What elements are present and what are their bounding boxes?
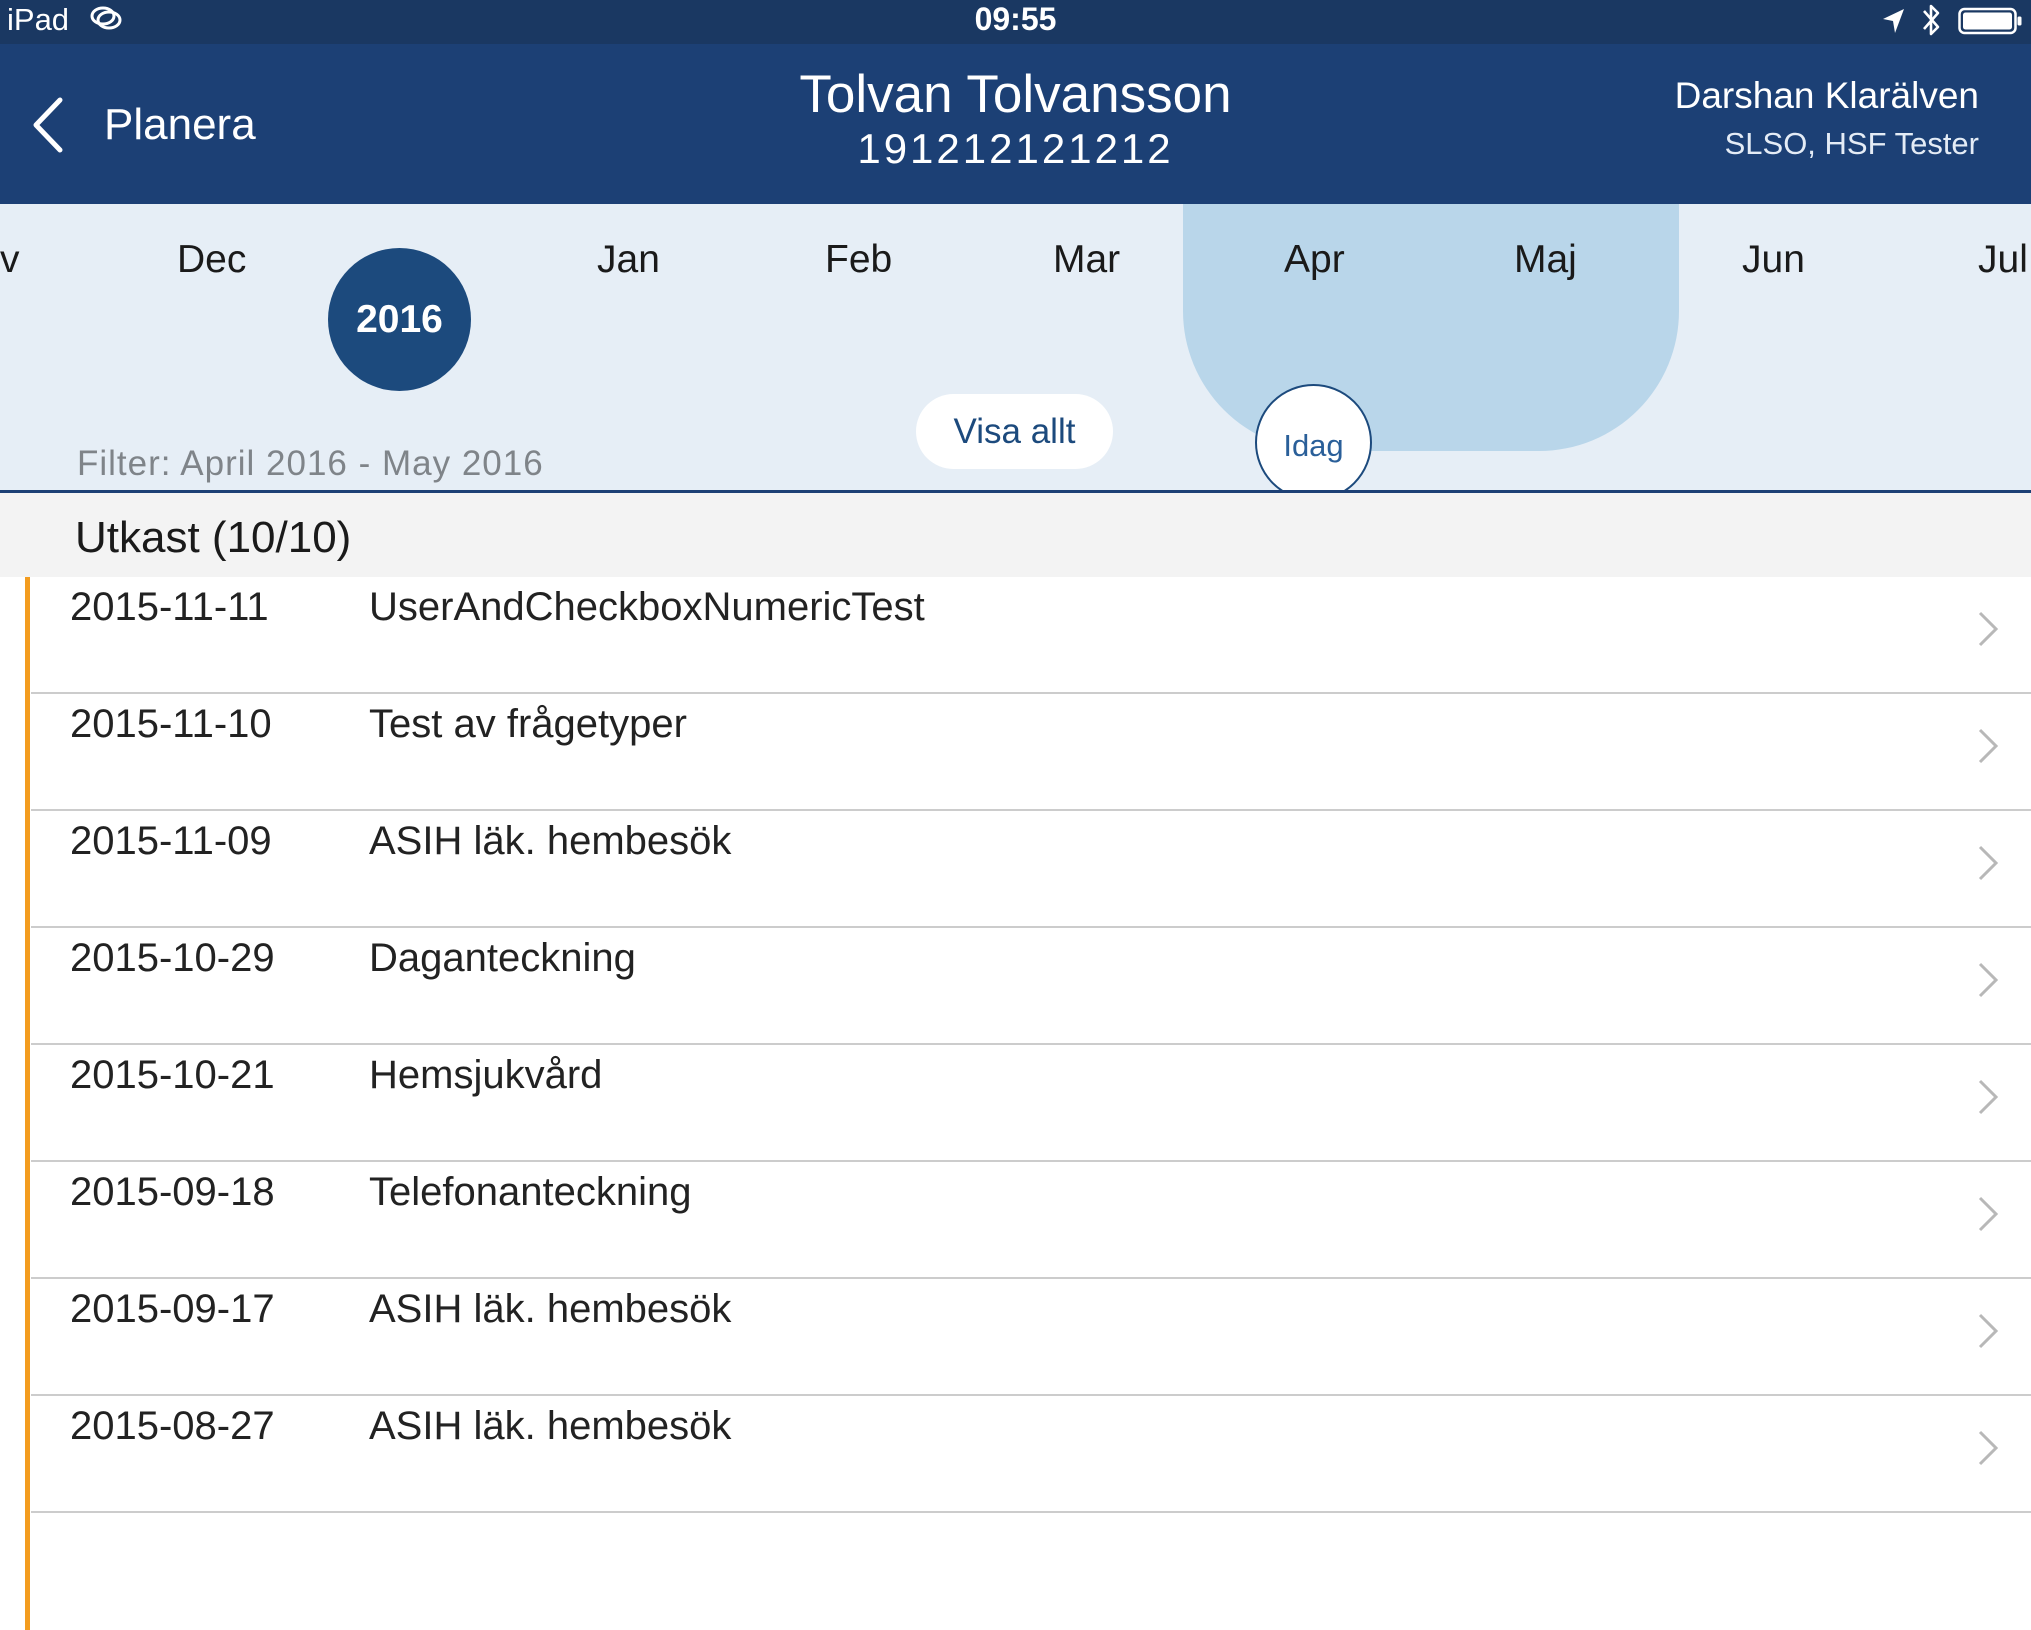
- draft-marker: [25, 811, 30, 928]
- list-item-date: 2015-08-27: [70, 1404, 275, 1448]
- list-item-title: Daganteckning: [369, 936, 636, 980]
- draft-marker: [25, 694, 30, 811]
- month-jun[interactable]: Jun: [1742, 238, 1805, 282]
- list-item-title: ASIH läk. hembesök: [369, 819, 732, 863]
- list-item[interactable]: 2015-08-27 ASIH läk. hembesök: [0, 1396, 2031, 1513]
- list-item-date: 2015-09-17: [70, 1287, 275, 1331]
- draft-marker: [25, 1513, 30, 1630]
- list-item-date: 2015-10-21: [70, 1053, 275, 1097]
- list-item[interactable]: 2015-11-09 ASIH läk. hembesök: [0, 811, 2031, 928]
- draft-marker: [25, 1396, 30, 1513]
- list-item-date: 2015-11-10: [70, 702, 272, 746]
- list-item-title: Hemsjukvård: [369, 1053, 603, 1097]
- month-jul[interactable]: Jul: [1978, 238, 2028, 282]
- list-item[interactable]: 2015-09-18 Telefonanteckning: [0, 1162, 2031, 1279]
- draft-marker: [25, 928, 30, 1045]
- chevron-right-icon: [1978, 611, 1999, 647]
- list-item[interactable]: 2015-11-11 UserAndCheckboxNumericTest: [0, 577, 2031, 694]
- user-name: Darshan Klarälven: [1674, 75, 1979, 116]
- list-item[interactable]: 2015-10-29 Daganteckning: [0, 928, 2031, 1045]
- draft-marker: [25, 1045, 30, 1162]
- list-item[interactable]: 2015-11-10 Test av frågetyper: [0, 694, 2031, 811]
- list-item-date: 2015-10-29: [70, 936, 275, 980]
- draft-marker: [25, 1162, 30, 1279]
- location-arrow-icon: [1883, 9, 1904, 33]
- list-item-title: Telefonanteckning: [369, 1170, 692, 1214]
- list-item-title: UserAndCheckboxNumericTest: [369, 585, 925, 629]
- section-title: Utkast (10/10): [75, 513, 352, 562]
- month-feb[interactable]: Feb: [825, 238, 892, 282]
- chevron-right-icon: [1978, 1313, 1999, 1349]
- list-item-partial[interactable]: [0, 1513, 2031, 1630]
- show-all-button[interactable]: Visa allt: [916, 394, 1113, 469]
- nav-bar: Planera Tolvan Tolvansson 191212121212 D…: [0, 44, 2031, 204]
- chevron-right-icon: [1978, 962, 1999, 998]
- month-dec[interactable]: Dec: [177, 238, 246, 282]
- month-apr[interactable]: Apr: [1284, 238, 1345, 282]
- list-item-date: 2015-11-11: [70, 585, 269, 629]
- clock: 09:55: [974, 1, 1057, 37]
- chevron-right-icon: [1978, 1196, 1999, 1232]
- month-mar[interactable]: Mar: [1053, 238, 1120, 282]
- timeline[interactable]: v Dec Jan Feb Mar Apr Maj Jun Jul 2016 V…: [0, 204, 2031, 493]
- list-item[interactable]: 2015-10-21 Hemsjukvård: [0, 1045, 2031, 1162]
- list-item-title: ASIH läk. hembesök: [369, 1287, 732, 1331]
- draft-list: 2015-11-11 UserAndCheckboxNumericTest 20…: [0, 577, 2031, 1630]
- month-maj[interactable]: Maj: [1514, 238, 1577, 282]
- status-bar: iPad 09:55: [0, 0, 2031, 44]
- month-nov[interactable]: v: [0, 238, 20, 282]
- chevron-right-icon: [1978, 845, 1999, 881]
- list-item-title: ASIH läk. hembesök: [369, 1404, 732, 1448]
- draft-marker: [25, 1279, 30, 1396]
- list-item-date: 2015-09-18: [70, 1170, 275, 1214]
- user-role: SLSO, HSF Tester: [1724, 126, 1979, 161]
- list-item-title: Test av frågetyper: [369, 702, 687, 746]
- section-header: Utkast (10/10): [0, 493, 2031, 577]
- list-item[interactable]: 2015-09-17 ASIH läk. hembesök: [0, 1279, 2031, 1396]
- year-badge: 2016: [328, 248, 471, 391]
- list-item-date: 2015-11-09: [70, 819, 272, 863]
- today-button[interactable]: Idag: [1255, 384, 1372, 490]
- chevron-right-icon: [1978, 728, 1999, 764]
- month-jan[interactable]: Jan: [597, 238, 660, 282]
- battery-icon: [1958, 7, 2022, 35]
- draft-marker: [25, 577, 30, 694]
- chevron-right-icon: [1978, 1430, 1999, 1466]
- selected-range-highlight: [1183, 204, 1679, 451]
- chevron-right-icon: [1978, 1079, 1999, 1115]
- bluetooth-icon: [1923, 4, 1940, 36]
- filter-label: Filter: April 2016 - May 2016: [77, 444, 544, 483]
